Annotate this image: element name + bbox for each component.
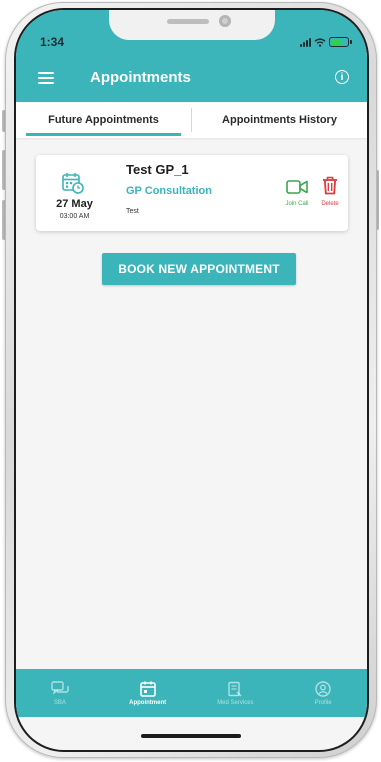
battery-level — [331, 39, 343, 45]
nav-label-appointment: Appointment — [129, 699, 167, 706]
calendar-icon — [139, 681, 156, 697]
nav-label-profile: Profile — [314, 699, 332, 706]
wifi-icon — [314, 37, 326, 47]
app-header: 1:34 Appointments i — [16, 10, 367, 102]
page-title: Appointments — [90, 69, 191, 86]
phone-frame: 1:34 Appointments i Future Appointments … — [5, 2, 377, 758]
appointment-tabs: Future Appointments Appointments History — [16, 102, 367, 138]
calendar-clock-icon — [62, 173, 84, 194]
appointment-type: GP Consultation — [126, 185, 212, 197]
info-icon[interactable]: i — [335, 70, 349, 84]
clipboard-icon — [228, 681, 242, 696]
tab-future-appointments[interactable]: Future Appointments — [16, 102, 191, 138]
device-stage: 1:34 Appointments i Future Appointments … — [0, 0, 381, 762]
delete-appointment-button[interactable]: Delete — [316, 176, 344, 207]
join-call-button[interactable]: Join Call — [282, 179, 312, 207]
status-time: 1:34 — [40, 35, 65, 49]
tab-appointments-history[interactable]: Appointments History — [192, 102, 367, 138]
appointment-note: Test — [126, 208, 139, 215]
join-call-label: Join Call — [285, 201, 309, 207]
book-new-appointment-button[interactable]: BOOK NEW APPOINTMENT — [102, 253, 296, 285]
appointment-title: Test GP_1 — [126, 162, 189, 177]
signal-icon — [300, 37, 311, 47]
appointment-date: 27 May — [56, 198, 93, 210]
status-icons — [300, 37, 352, 47]
video-camera-icon — [286, 180, 308, 194]
phone-notch — [109, 10, 275, 40]
speaker-grille — [167, 19, 209, 24]
battery-icon — [329, 37, 352, 47]
nav-item-profile[interactable]: Profile — [279, 669, 367, 717]
nav-item-sba[interactable]: SBA — [16, 669, 104, 717]
chat-icon — [51, 680, 69, 695]
nav-label-sba: SBA — [53, 699, 66, 706]
profile-icon — [315, 680, 331, 697]
phone-screen: 1:34 Appointments i Future Appointments … — [16, 10, 367, 750]
delete-label: Delete — [321, 201, 339, 207]
appointment-card[interactable]: 27 May 03:00 AM Test GP_1 GP Consultatio… — [36, 155, 348, 231]
nav-item-appointment[interactable]: Appointment — [104, 669, 192, 717]
front-camera — [219, 15, 231, 27]
nav-item-med-services[interactable]: Med Services — [192, 669, 280, 717]
bottom-navigation: SBA Appointment Med Services Profile — [16, 669, 367, 717]
hamburger-menu-icon[interactable] — [38, 72, 54, 84]
trash-icon — [323, 176, 337, 195]
nav-label-med-services: Med Services — [217, 699, 254, 706]
home-indicator — [141, 734, 241, 738]
appointment-time: 03:00 AM — [59, 213, 90, 220]
